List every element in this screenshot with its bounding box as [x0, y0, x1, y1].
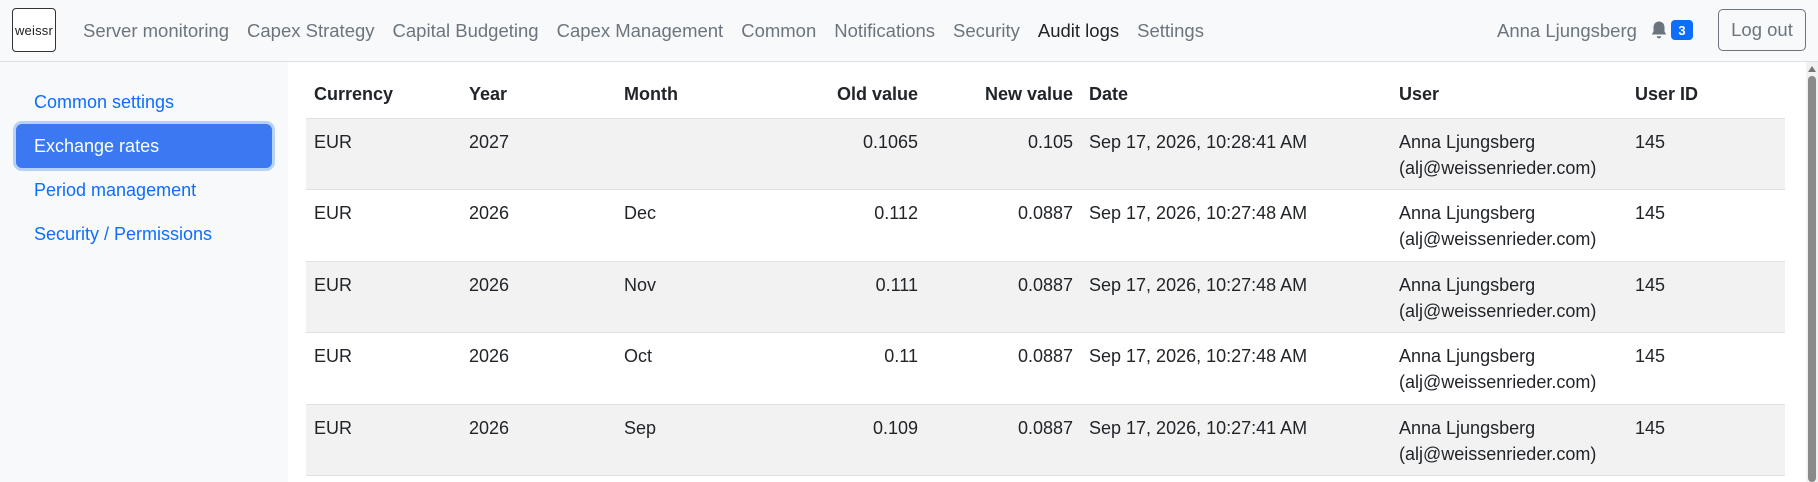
vertical-scrollbar[interactable]: [1806, 62, 1818, 482]
cell-user: Anna Ljungsberg (alj@weissenrieder.com): [1391, 404, 1627, 476]
bell-icon[interactable]: [1650, 20, 1668, 40]
column-header-month[interactable]: Month: [616, 72, 771, 119]
cell-month: Nov: [616, 261, 771, 333]
logout-button[interactable]: Log out: [1718, 9, 1806, 51]
cell-user: Anna Ljungsberg (alj@weissenrieder.com): [1391, 261, 1627, 333]
cell-old-value: 0.11: [771, 332, 926, 405]
cell-currency: EUR: [306, 332, 461, 405]
nav-link-capex-strategy[interactable]: Capex Strategy: [238, 20, 384, 42]
cell-year: 2026: [461, 404, 616, 476]
table-row: EUR 2026 Sep 0.109 0.0887 Sep 17, 2026, …: [306, 404, 1785, 476]
cell-new-value: 0.0887: [926, 261, 1081, 333]
sidebar-item-label: Common settings: [34, 91, 175, 112]
cell-old-value: 0.109: [771, 404, 926, 476]
cell-user-id: 145: [1627, 404, 1785, 476]
cell-user-name: Anna Ljungsberg: [1399, 417, 1536, 438]
cell-user-email: (alj@weissenrieder.com): [1399, 372, 1597, 392]
cell-new-value: 0.0887: [926, 404, 1081, 476]
cell-currency: EUR: [306, 189, 461, 262]
cell-month: [616, 118, 771, 190]
nav-link-server-monitoring[interactable]: Server monitoring: [74, 20, 238, 42]
brand-logo[interactable]: weissr: [12, 8, 56, 52]
table-row: EUR 2026 Nov 0.111 0.0887 Sep 17, 2026, …: [306, 261, 1785, 333]
column-header-new-value[interactable]: New value: [926, 72, 1081, 119]
nav-link-notifications[interactable]: Notifications: [825, 20, 944, 42]
cell-user-email: (alj@weissenrieder.com): [1399, 157, 1597, 178]
cell-new-value: 0.0887: [926, 332, 1081, 405]
sidebar-item-common-settings[interactable]: Common settings: [16, 80, 272, 124]
cell-year: 2026: [461, 189, 616, 262]
cell-user-name: Anna Ljungsberg: [1399, 131, 1536, 152]
cell-user-name: Anna Ljungsberg: [1399, 346, 1536, 366]
scroll-up-arrow-icon[interactable]: [1808, 66, 1816, 72]
cell-user-name: Anna Ljungsberg: [1399, 203, 1536, 223]
column-header-currency[interactable]: Currency: [306, 72, 461, 119]
sidebar-item-label: Exchange rates: [34, 135, 160, 156]
table-row: EUR 2026 Oct 0.11 0.0887 Sep 17, 2026, 1…: [306, 332, 1785, 405]
cell-user: Anna Ljungsberg (alj@weissenrieder.com): [1391, 118, 1627, 190]
cell-user-email: (alj@weissenrieder.com): [1399, 300, 1597, 321]
cell-user-name: Anna Ljungsberg: [1399, 274, 1536, 295]
cell-user-id: 145: [1627, 261, 1785, 333]
cell-currency: EUR: [306, 118, 461, 190]
top-navbar: weissr Server monitoring Capex Strategy …: [0, 0, 1818, 62]
sidebar-item-security-permissions[interactable]: Security / Permissions: [16, 212, 272, 256]
cell-date: Sep 17, 2026, 10:28:41 AM: [1081, 118, 1391, 190]
settings-sidebar: Common settings Exchange rates Period ma…: [0, 62, 288, 482]
column-header-date[interactable]: Date: [1081, 72, 1391, 119]
scrollbar-thumb[interactable]: [1808, 76, 1816, 482]
sidebar-item-period-management[interactable]: Period management: [16, 168, 272, 212]
sidebar-item-exchange-rates[interactable]: Exchange rates: [16, 124, 272, 168]
notification-count-badge: 3: [1671, 20, 1693, 40]
nav-link-capital-budgeting[interactable]: Capital Budgeting: [384, 20, 548, 42]
nav-link-security[interactable]: Security: [944, 20, 1029, 42]
cell-date: Sep 17, 2026, 10:27:48 AM: [1081, 332, 1391, 405]
cell-year: 2026: [461, 261, 616, 333]
cell-old-value: 0.111: [771, 261, 926, 333]
cell-month: Dec: [616, 189, 771, 262]
table-header-row: Currency Year Month Old value New value …: [306, 72, 1785, 119]
current-user-name[interactable]: Anna Ljungsberg: [1497, 0, 1637, 62]
cell-user-id: 145: [1627, 332, 1785, 405]
cell-user: Anna Ljungsberg (alj@weissenrieder.com): [1391, 332, 1627, 405]
column-header-old-value[interactable]: Old value: [771, 72, 926, 119]
nav-link-audit-logs[interactable]: Audit logs: [1029, 20, 1128, 42]
audit-log-panel: Currency Year Month Old value New value …: [288, 62, 1806, 482]
nav-link-common[interactable]: Common: [732, 20, 825, 42]
column-header-year[interactable]: Year: [461, 72, 616, 119]
sidebar-item-label: Security / Permissions: [34, 223, 213, 244]
cell-date: Sep 17, 2026, 10:27:48 AM: [1081, 261, 1391, 333]
cell-user-email: (alj@weissenrieder.com): [1399, 443, 1597, 464]
nav-link-settings[interactable]: Settings: [1128, 20, 1213, 42]
exchange-rate-audit-table: Currency Year Month Old value New value …: [306, 72, 1785, 476]
cell-year: 2027: [461, 118, 616, 190]
cell-user: Anna Ljungsberg (alj@weissenrieder.com): [1391, 189, 1627, 262]
table-row: EUR 2026 Dec 0.112 0.0887 Sep 17, 2026, …: [306, 189, 1785, 262]
cell-new-value: 0.0887: [926, 189, 1081, 262]
cell-date: Sep 17, 2026, 10:27:48 AM: [1081, 189, 1391, 262]
nav-link-capex-management[interactable]: Capex Management: [548, 20, 733, 42]
cell-year: 2026: [461, 332, 616, 405]
brand-logo-text: weissr: [14, 22, 54, 38]
cell-currency: EUR: [306, 404, 461, 476]
table-row: EUR 2027 0.1065 0.105 Sep 17, 2026, 10:2…: [306, 118, 1785, 190]
column-header-user-id[interactable]: User ID: [1627, 72, 1785, 119]
nav-links: Server monitoring Capex Strategy Capital…: [74, 0, 1213, 62]
column-header-user[interactable]: User: [1391, 72, 1627, 119]
cell-old-value: 0.1065: [771, 118, 926, 190]
cell-month: Sep: [616, 404, 771, 476]
cell-currency: EUR: [306, 261, 461, 333]
cell-date: Sep 17, 2026, 10:27:41 AM: [1081, 404, 1391, 476]
cell-new-value: 0.105: [926, 118, 1081, 190]
cell-user-id: 145: [1627, 118, 1785, 190]
cell-user-email: (alj@weissenrieder.com): [1399, 229, 1597, 249]
cell-month: Oct: [616, 332, 771, 405]
sidebar-item-label: Period management: [34, 179, 197, 200]
cell-old-value: 0.112: [771, 189, 926, 262]
cell-user-id: 145: [1627, 189, 1785, 262]
